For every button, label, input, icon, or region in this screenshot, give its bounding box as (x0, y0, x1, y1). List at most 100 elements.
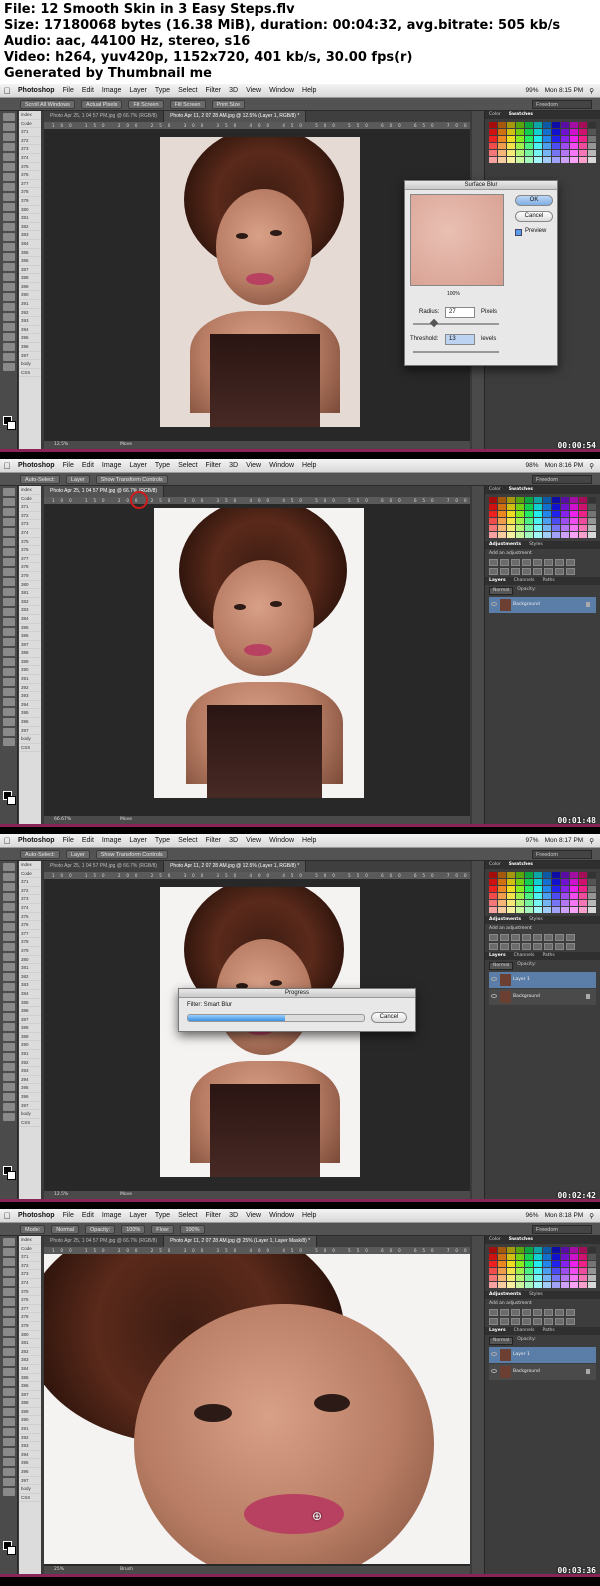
file-list-item[interactable]: 385 (19, 1374, 41, 1383)
adjustment-icon[interactable] (555, 934, 564, 941)
tool-icon[interactable] (2, 353, 15, 361)
adjustment-icon[interactable] (566, 1318, 575, 1325)
layer-row[interactable]: Background (489, 597, 596, 613)
file-list-item[interactable]: 396 (19, 1468, 41, 1477)
color-swatch[interactable] (561, 907, 569, 913)
menu-app-name[interactable]: Photoshop (14, 837, 59, 844)
color-swatch[interactable] (498, 525, 506, 531)
file-list-item[interactable]: 397 (19, 1102, 41, 1111)
color-swatch[interactable] (561, 1268, 569, 1274)
radius-slider-thumb[interactable] (429, 318, 439, 328)
menu-item[interactable]: Layer (125, 837, 151, 844)
file-list-item[interactable]: 390 (19, 1041, 41, 1051)
option-control[interactable]: Actual Pixels (80, 99, 123, 109)
color-swatch[interactable] (579, 497, 587, 503)
color-swatch[interactable] (489, 907, 497, 913)
adjustment-icon[interactable] (555, 943, 564, 950)
color-swatch[interactable] (570, 511, 578, 517)
tool-icon[interactable] (2, 1053, 15, 1061)
color-swatch[interactable] (543, 518, 551, 524)
color-swatch[interactable] (516, 1261, 524, 1267)
color-swatch[interactable] (552, 1254, 560, 1260)
menu-app-name[interactable]: Photoshop (14, 87, 59, 94)
color-swatch[interactable] (588, 1247, 596, 1253)
file-list-item[interactable]: 390 (19, 291, 41, 301)
tool-icon[interactable] (2, 1458, 15, 1466)
adjustment-icon[interactable] (544, 559, 553, 566)
color-swatch[interactable] (543, 143, 551, 149)
color-swatch[interactable] (516, 1275, 524, 1281)
document-tab[interactable]: Photo Apr 25, 1 04 57 PM.jpg @ 66.7% (RG… (44, 1236, 165, 1247)
background-color-swatch[interactable] (7, 1546, 16, 1555)
adjustment-icon[interactable] (544, 1309, 553, 1316)
color-swatch[interactable] (525, 1254, 533, 1260)
tool-icon[interactable] (2, 983, 15, 991)
color-swatch[interactable] (552, 1247, 560, 1253)
file-list-item[interactable]: 384 (19, 615, 41, 624)
color-swatch[interactable] (579, 900, 587, 906)
color-swatch[interactable] (543, 907, 551, 913)
color-swatch[interactable] (516, 150, 524, 156)
tool-icon[interactable] (2, 863, 15, 871)
file-list-item[interactable]: 393 (19, 317, 41, 326)
file-list-item[interactable]: 392 (19, 1059, 41, 1068)
file-list-item[interactable]: 380 (19, 1331, 41, 1340)
cancel-button[interactable]: Cancel (371, 1012, 407, 1023)
tool-icon[interactable] (2, 993, 15, 1001)
tool-icon[interactable] (2, 243, 15, 251)
color-swatch[interactable] (570, 1268, 578, 1274)
tool-icon[interactable] (2, 728, 15, 736)
tool-icon[interactable] (2, 678, 15, 686)
document-tab[interactable]: Photo Apr 11, 2 07 28 AM.jpg @ 25% (Laye… (164, 1236, 318, 1247)
color-swatch[interactable] (543, 129, 551, 135)
color-swatch[interactable] (579, 893, 587, 899)
menu-item[interactable]: Image (98, 87, 125, 94)
color-swatch[interactable] (507, 1254, 515, 1260)
menu-item[interactable]: 3D (225, 1212, 242, 1219)
tool-icon[interactable] (2, 1093, 15, 1101)
file-list-item[interactable]: 393 (19, 692, 41, 701)
option-control[interactable]: 100% (121, 1224, 146, 1234)
file-list-item[interactable]: 387 (19, 1391, 41, 1400)
adjustment-icon[interactable] (533, 934, 542, 941)
option-control[interactable]: Normal (51, 1224, 80, 1234)
color-swatch[interactable] (561, 129, 569, 135)
color-swatch[interactable] (534, 900, 542, 906)
color-swatch[interactable] (588, 136, 596, 142)
panel-tab[interactable]: Adjustments (489, 542, 521, 547)
file-list-item[interactable]: 392 (19, 309, 41, 318)
visibility-eye-icon[interactable] (491, 977, 497, 981)
file-list-item[interactable]: 371 (19, 1253, 41, 1262)
workspace-switcher[interactable]: Freedom (532, 849, 592, 859)
file-list-item[interactable]: 390 (19, 1416, 41, 1426)
adjustment-icon[interactable] (522, 1309, 531, 1316)
file-list-item[interactable]: 376 (19, 171, 41, 180)
portrait-photo[interactable] (160, 137, 360, 427)
color-swatch[interactable] (543, 1268, 551, 1274)
tool-icon[interactable] (2, 193, 15, 201)
file-list-item[interactable]: 394 (19, 1451, 41, 1460)
color-swatch[interactable] (489, 150, 497, 156)
menu-item[interactable]: Window (265, 462, 298, 469)
color-swatch[interactable] (543, 1282, 551, 1288)
color-swatch[interactable] (588, 1268, 596, 1274)
tool-icon[interactable] (2, 163, 15, 171)
tool-icon[interactable] (2, 313, 15, 321)
file-list-item[interactable]: 392 (19, 684, 41, 693)
file-list-item[interactable]: 372 (19, 1262, 41, 1271)
color-swatch[interactable] (588, 511, 596, 517)
file-list-item[interactable]: 380 (19, 581, 41, 590)
tool-icon[interactable] (2, 638, 15, 646)
file-list-item[interactable]: 388 (19, 1399, 41, 1408)
color-swatch[interactable] (498, 136, 506, 142)
file-list-item[interactable]: 384 (19, 240, 41, 249)
tool-icon[interactable] (2, 323, 15, 331)
tool-icon[interactable] (2, 1113, 15, 1121)
document-tab[interactable]: Photo Apr 25, 1 04 57 PM.jpg @ 66.7% (RG… (44, 861, 165, 872)
adjustment-icon[interactable] (544, 568, 553, 575)
visibility-eye-icon[interactable] (491, 602, 497, 606)
adjustment-icon[interactable] (566, 1309, 575, 1316)
color-swatch[interactable] (579, 532, 587, 538)
color-swatch[interactable] (489, 1268, 497, 1274)
color-swatch[interactable] (507, 886, 515, 892)
